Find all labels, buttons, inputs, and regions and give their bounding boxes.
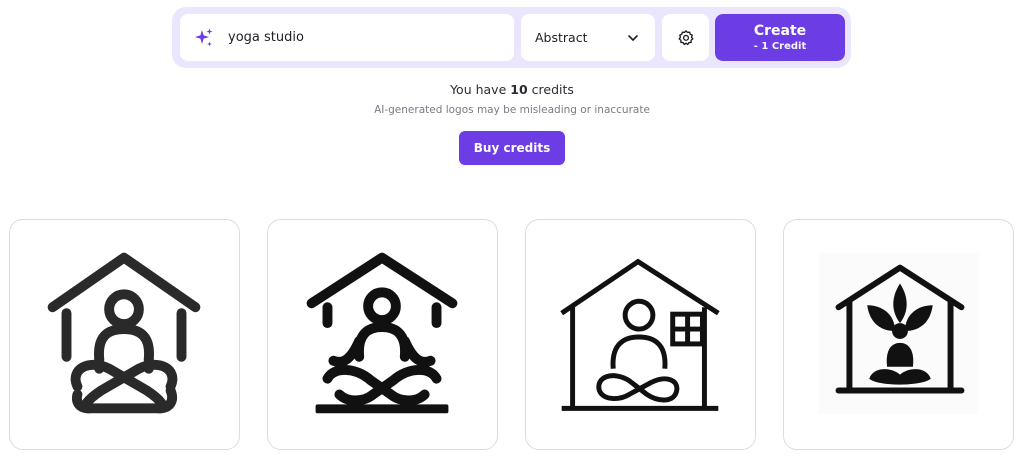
prompt-text: yoga studio <box>228 30 304 45</box>
buy-credits-button[interactable]: Buy credits <box>459 131 565 165</box>
logo-card-4[interactable] <box>783 219 1014 450</box>
ai-disclaimer: AI-generated logos may be misleading or … <box>374 104 650 116</box>
logo-house-meditation-bold <box>306 252 458 414</box>
logo-card-3[interactable] <box>525 219 756 450</box>
credits-suffix: credits <box>531 82 574 97</box>
logo-generator-page: yoga studio Abstract Create - 1 Credit Y… <box>0 0 1024 458</box>
prompt-input[interactable]: yoga studio <box>180 14 514 61</box>
create-button-label: Create <box>753 22 807 39</box>
create-button[interactable]: Create - 1 Credit <box>715 14 845 61</box>
gear-icon <box>677 29 695 47</box>
style-dropdown-value: Abstract <box>535 30 588 45</box>
logo-house-meditation-rounded <box>47 252 201 414</box>
credits-prefix: You have <box>450 82 507 97</box>
logo-house-meditation-window <box>560 258 720 411</box>
create-button-cost: - 1 Credit <box>753 40 807 52</box>
logo-card-1[interactable] <box>9 219 240 450</box>
style-dropdown[interactable]: Abstract <box>521 14 655 61</box>
chevron-down-icon <box>627 32 639 44</box>
logo-card-2[interactable] <box>267 219 498 450</box>
settings-button[interactable] <box>662 14 709 61</box>
credits-count: 10 <box>510 82 528 97</box>
prompt-bar: yoga studio Abstract Create - 1 Credit <box>172 7 851 68</box>
logo-house-meditation-lotus <box>818 252 979 415</box>
sparkle-icon <box>193 27 215 49</box>
credits-info: You have 10 credits <box>0 82 1024 97</box>
